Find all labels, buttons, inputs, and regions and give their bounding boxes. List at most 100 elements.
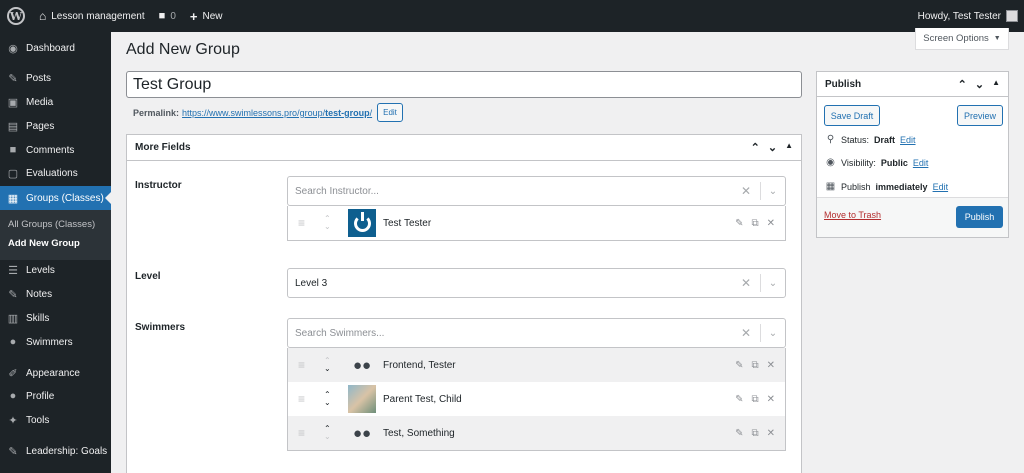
edit-pencil-icon[interactable]: ✎: [735, 394, 743, 405]
collapse-toggle-icon[interactable]: ▲: [992, 78, 1000, 91]
more-fields-header: More Fields ⌃ ⌄ ▲: [127, 135, 801, 161]
visibility-label: Visibility:: [841, 157, 876, 168]
groups-icon: ▦: [7, 192, 19, 205]
sidebar-item-evaluations[interactable]: ▢ Evaluations: [0, 161, 111, 185]
sidebar-item-swimmers[interactable]: ● Swimmers: [0, 330, 111, 354]
level-value: Level 3: [295, 277, 328, 289]
sidebar-item-posts[interactable]: ✎ Posts: [0, 66, 111, 90]
swimmers-search-input[interactable]: Search Swimmers... ✕ ⌄: [287, 318, 786, 348]
instructor-list: ≡ ⌃ ⌄ Test Tester ✎ ⧉ ✕: [287, 206, 786, 241]
chevron-down-icon[interactable]: ⌄: [761, 186, 785, 197]
sidebar-item-label: Groups (Classes): [26, 192, 104, 204]
reorder-arrows[interactable]: ⌃ ⌄: [324, 425, 331, 441]
pin-icon: ✎: [8, 72, 18, 85]
site-name-link[interactable]: ⌂ Lesson management: [32, 0, 152, 32]
caret-down-icon: ▼: [993, 35, 1001, 42]
comments-count: 0: [170, 10, 176, 22]
eye-icon: ◉: [826, 157, 835, 168]
sidebar-item-comments[interactable]: ■ Comments: [0, 138, 111, 162]
group-people-icon: ●●: [352, 356, 372, 374]
remove-icon[interactable]: ✕: [767, 394, 775, 405]
move-up-icon[interactable]: ⌃: [751, 141, 760, 154]
edit-pencil-icon[interactable]: ✎: [735, 218, 743, 229]
swimmers-list: ≡ ⌃ ⌄ ●● Frontend, Tester ✎ ⧉ ✕ ≡ ⌃ ⌄ Pare…: [287, 348, 786, 451]
preview-button[interactable]: Preview: [957, 105, 1003, 126]
sidebar-item-label: Posts: [26, 72, 52, 84]
drag-handle-icon[interactable]: ≡: [298, 392, 305, 406]
submenu-all-groups[interactable]: All Groups (Classes): [8, 219, 95, 230]
swimmer-name: Parent Test, Child: [383, 393, 462, 405]
sidebar-item-label: Pages: [26, 120, 55, 132]
remove-icon[interactable]: ✕: [767, 218, 775, 229]
edit-schedule-link[interactable]: Edit: [933, 182, 949, 192]
permalink-slug: test-group: [325, 107, 370, 118]
edit-permalink-button[interactable]: Edit: [377, 103, 403, 122]
external-link-icon[interactable]: ⧉: [751, 428, 758, 439]
swimmers-label: Swimmers: [135, 322, 186, 333]
sidebar-item-label: Leadership: Goals: [26, 445, 108, 457]
publish-value: immediately: [875, 181, 928, 192]
site-name: Lesson management: [51, 10, 145, 22]
save-draft-button[interactable]: Save Draft: [824, 105, 880, 126]
status-line: ⚲ Status: Draft Edit: [825, 134, 916, 145]
list-icon: ☰: [8, 264, 18, 277]
wordpress-logo-button[interactable]: W: [0, 0, 32, 32]
list-item: ≡ ⌃ ⌄ Test Tester ✎ ⧉ ✕: [288, 206, 785, 240]
edit-pencil-icon[interactable]: ✎: [735, 360, 743, 371]
edit-visibility-link[interactable]: Edit: [913, 158, 929, 168]
sidebar-item-leadership-goals[interactable]: ✎ Leadership: Goals: [0, 439, 111, 463]
move-up-icon[interactable]: ⌃: [958, 78, 967, 91]
clear-icon[interactable]: ✕: [732, 326, 760, 340]
remove-icon[interactable]: ✕: [767, 360, 775, 371]
external-link-icon[interactable]: ⧉: [751, 218, 758, 229]
sidebar-item-dashboard[interactable]: ◉ Dashboard: [0, 36, 111, 60]
reorder-arrows[interactable]: ⌃ ⌄: [324, 357, 331, 373]
sidebar-item-profile[interactable]: ● Profile: [0, 384, 111, 408]
instructor-label: Instructor: [135, 180, 182, 191]
drag-handle-icon[interactable]: ≡: [298, 426, 305, 440]
instructor-name: Test Tester: [383, 217, 432, 229]
reorder-arrows[interactable]: ⌃ ⌄: [324, 215, 331, 231]
sidebar-item-appearance[interactable]: ✐ Appearance: [0, 361, 111, 385]
clear-icon[interactable]: ✕: [732, 276, 760, 290]
swimmers-placeholder: Search Swimmers...: [295, 327, 385, 339]
sidebar-item-notes[interactable]: ✎ Notes: [0, 282, 111, 306]
external-link-icon[interactable]: ⧉: [751, 394, 758, 405]
sidebar-item-tools[interactable]: ✦ Tools: [0, 408, 111, 432]
sidebar-item-skills[interactable]: ▥ Skills: [0, 306, 111, 330]
comments-link[interactable]: ■ 0: [152, 0, 183, 32]
move-down-icon[interactable]: ⌄: [768, 141, 777, 154]
edit-pencil-icon[interactable]: ✎: [735, 428, 743, 439]
clear-icon[interactable]: ✕: [732, 184, 760, 198]
reorder-arrows[interactable]: ⌃ ⌄: [324, 391, 331, 407]
edit-status-link[interactable]: Edit: [900, 135, 916, 145]
publish-button[interactable]: Publish: [956, 206, 1003, 228]
pin-icon: ⚲: [826, 134, 835, 145]
sidebar-item-groups[interactable]: ▦ Groups (Classes): [0, 186, 111, 210]
admin-bar: W ⌂ Lesson management ■ 0 + New Howdy, T…: [0, 0, 1024, 32]
move-to-trash-link[interactable]: Move to Trash: [824, 210, 881, 220]
screen-options-button[interactable]: Screen Options ▼: [915, 28, 1009, 50]
wordpress-logo-icon: W: [7, 7, 25, 25]
page-icon: ▤: [7, 120, 19, 133]
external-link-icon[interactable]: ⧉: [751, 360, 758, 371]
chevron-down-icon[interactable]: ⌄: [761, 278, 785, 289]
sidebar-item-label: Notes: [26, 288, 53, 300]
move-down-icon[interactable]: ⌄: [975, 78, 984, 91]
level-select[interactable]: Level 3 ✕ ⌄: [287, 268, 786, 298]
sidebar-item-media[interactable]: ▣ Media: [0, 90, 111, 114]
drag-handle-icon[interactable]: ≡: [298, 358, 305, 372]
sidebar-item-levels[interactable]: ☰ Levels: [0, 258, 111, 282]
post-title-input[interactable]: Test Group: [126, 71, 802, 98]
sidebar-item-pages[interactable]: ▤ Pages: [0, 114, 111, 138]
permalink-label: Permalink:: [133, 107, 180, 118]
chevron-down-icon[interactable]: ⌄: [761, 328, 785, 339]
collapse-toggle-icon[interactable]: ▲: [785, 141, 793, 154]
permalink-link[interactable]: https://www.swimlessons.pro/group/test-g…: [182, 108, 372, 118]
submenu-add-new-group[interactable]: Add New Group: [8, 238, 80, 249]
drag-handle-icon[interactable]: ≡: [298, 216, 305, 230]
new-content-link[interactable]: + New: [183, 0, 230, 32]
remove-icon[interactable]: ✕: [767, 428, 775, 439]
sidebar-item-label: Skills: [26, 312, 50, 324]
instructor-search-input[interactable]: Search Instructor... ✕ ⌄: [287, 176, 786, 206]
